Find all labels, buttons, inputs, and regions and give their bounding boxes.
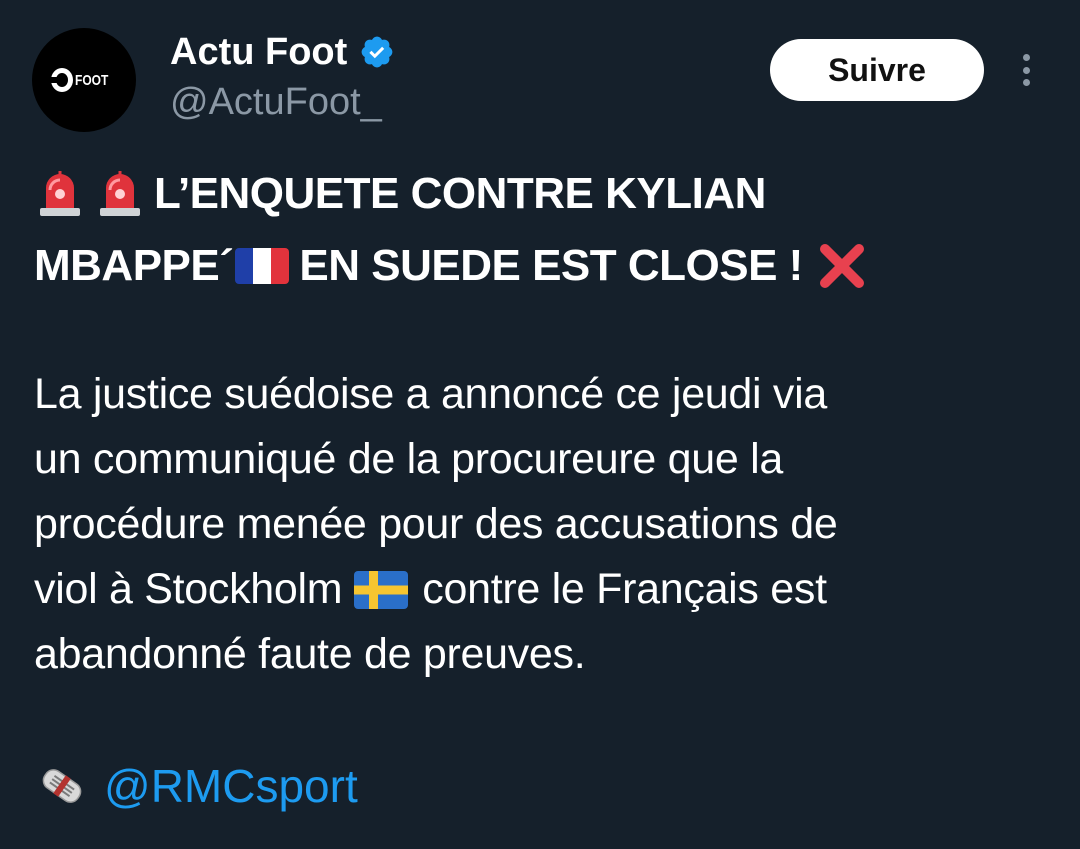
mention-link[interactable]: @RMCsport [104,756,358,816]
headline-line-2: MBAPPE´ EN SUEDE EST CLOSE ! [34,230,1044,302]
follow-button[interactable]: Suivre [770,39,984,101]
tweet-headline: L’ENQUETE CONTRE KYLIAN MBAPPE´ EN SUEDE… [34,158,1044,302]
headline-line-1: L’ENQUETE CONTRE KYLIAN [34,158,1044,230]
body-line-3: procédure menée pour des accusations de [34,492,1044,557]
body-line-4: viol à Stockholm contre le Français est [34,557,1044,622]
body-line-2: un communiqué de la procureure que la [34,427,1044,492]
tweet: FOOT Actu Foot @ActuFoot_ Suivre L’ENQUE… [0,0,1080,849]
body-line-1: La justice suédoise a annoncé ce jeudi v… [34,362,1044,427]
body-text: procédure menée pour des accusations de [34,500,838,548]
dot [1022,79,1030,86]
body-text: contre le Français est [422,565,827,613]
police-light-icon [100,171,140,216]
flag-sweden-icon [354,570,409,609]
name-row: Actu Foot [170,30,395,74]
dot [1022,54,1030,61]
verified-badge-icon [361,36,393,68]
police-light-icon [40,171,80,216]
body-text: abandonné faute de preuves. [34,630,586,678]
headline-text-1: L’ENQUETE CONTRE KYLIAN [154,169,766,218]
avatar[interactable]: FOOT [32,28,136,132]
headline-text-2a: MBAPPE´ [34,241,234,290]
logo-ring-icon [50,68,74,92]
cross-mark-icon [819,244,864,288]
body-text: un communiqué de la procureure que la [34,435,784,483]
body-text: viol à Stockholm [34,565,343,613]
avatar-text: FOOT [75,71,109,89]
headline-text-2b: EN SUEDE EST CLOSE ! [299,241,803,290]
more-options-icon[interactable] [1012,50,1040,90]
handle[interactable]: @ActuFoot_ [170,80,382,124]
body-text: La justice suédoise a annoncé ce jeudi v… [34,370,827,418]
body-line-5: abandonné faute de preuves. [34,622,1044,687]
tweet-body: La justice suédoise a annoncé ce jeudi v… [34,362,1044,687]
dot [1022,66,1030,74]
rolled-newspaper-icon [42,769,82,803]
display-name[interactable]: Actu Foot [170,30,347,74]
actufoot-logo: FOOT [50,68,117,92]
flag-france-icon [235,248,290,284]
source-row: @RMCsport [34,756,358,816]
